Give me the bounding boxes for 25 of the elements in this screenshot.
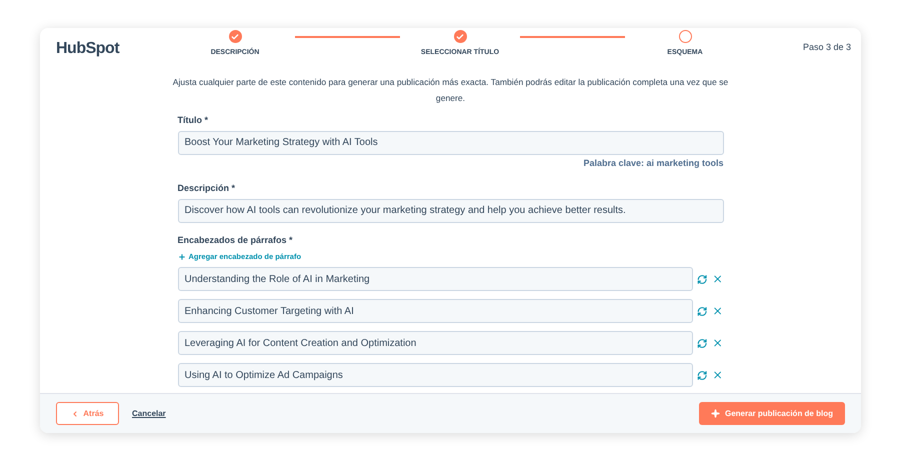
heading-input[interactable]: Using AI to Optimize Ad Campaigns: [178, 363, 693, 388]
field-label: Descripción *: [178, 182, 236, 195]
logo: HubSpot: [56, 39, 120, 59]
close-icon[interactable]: [712, 273, 724, 286]
keyword-text: Palabra clave: ai marketing tools: [583, 156, 724, 170]
intro-text: Ajusta cualquier parte de este contenido para generar una publicación más exacta. También podrás editar la publicación completa una vez que se genere.: [172, 76, 730, 105]
refresh-icon[interactable]: [696, 370, 708, 381]
title-input[interactable]: Boost Your Marketing Strategy with AI Tools: [178, 130, 724, 154]
field-label: Título *: [178, 114, 209, 127]
chevron-left-icon: [71, 410, 80, 418]
refresh-icon[interactable]: [696, 338, 708, 349]
close-icon[interactable]: [712, 337, 724, 350]
field-label: Encabezados de párrafos *: [178, 234, 294, 247]
refresh-icon[interactable]: [696, 274, 708, 285]
heading-input[interactable]: Enhancing Customer Targeting with AI: [178, 299, 693, 324]
heading-input[interactable]: Understanding the Role of AI in Marketing: [178, 267, 693, 292]
close-icon[interactable]: [712, 369, 724, 382]
close-icon[interactable]: [712, 305, 724, 318]
cancel-link[interactable]: Cancelar: [132, 408, 166, 420]
step-count: Paso 3 de 3: [802, 41, 851, 54]
heading-input[interactable]: Leveraging AI for Content Creation and Optimization: [178, 331, 693, 356]
refresh-icon[interactable]: [696, 306, 708, 317]
description-input[interactable]: Discover how AI tools can revolutionize your marketing strategy and help you achieve better results.: [178, 198, 724, 222]
sparkle-icon: [710, 409, 720, 418]
plus-icon: [178, 252, 186, 261]
